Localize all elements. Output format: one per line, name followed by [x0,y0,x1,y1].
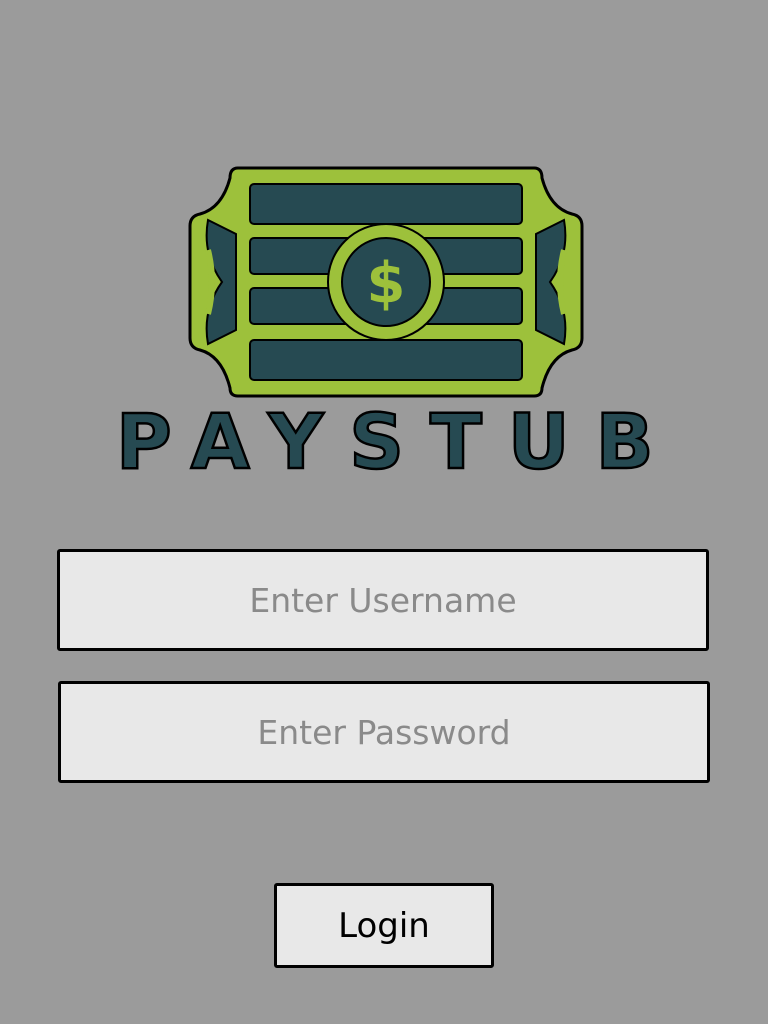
password-input[interactable] [61,684,707,780]
app-logo: $ PAYSTUB+ [110,160,670,480]
dollar-sign-icon: $ [367,251,406,316]
password-field[interactable] [58,681,710,783]
username-input[interactable] [60,552,706,648]
bill-stripe [249,183,523,225]
logo-wordmark: PAYSTUB+ [116,397,670,480]
login-button[interactable]: Login [274,883,494,968]
bill-stripe [249,339,523,381]
cash-bill-dollar-icon: $ PAYSTUB+ [115,166,670,480]
username-field[interactable] [57,549,709,651]
login-screen: $ PAYSTUB+ Login [0,0,768,1024]
